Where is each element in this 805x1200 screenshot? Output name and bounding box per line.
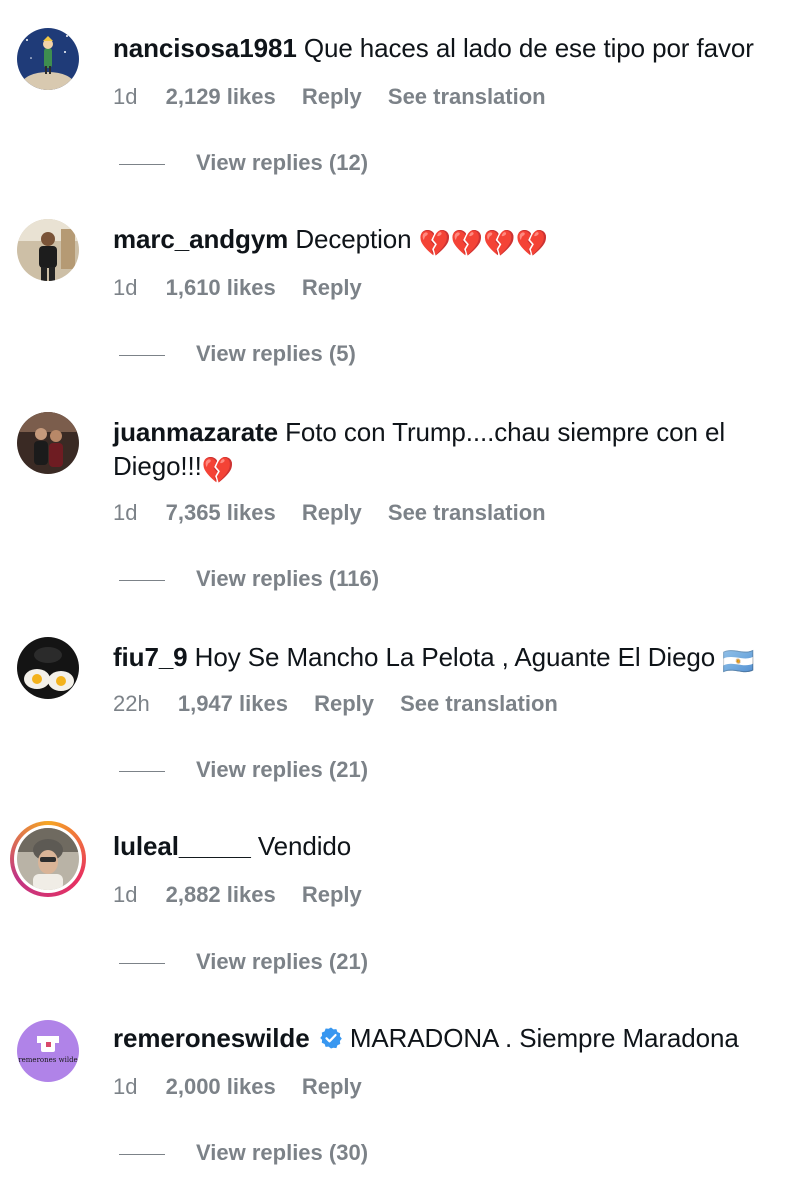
replies-divider-line	[119, 163, 165, 165]
see-translation-button[interactable]: See translation	[388, 82, 546, 112]
view-replies-button[interactable]: View replies (21)	[119, 947, 368, 977]
remerones-wilde-logo-icon: remerones wilde	[17, 1020, 79, 1082]
little-prince-avatar-icon	[17, 28, 79, 90]
broken-heart-emoji-icon: 💔💔💔💔	[418, 228, 548, 258]
replies-divider-line	[119, 770, 165, 772]
comment-time: 1d	[113, 1074, 138, 1099]
reply-button[interactable]: Reply	[302, 498, 362, 528]
avatar-logo-text: remerones wilde	[18, 1056, 77, 1064]
replies-divider-line	[119, 579, 165, 581]
see-translation-button[interactable]: See translation	[400, 689, 558, 719]
gym-photo-avatar-icon	[17, 219, 79, 281]
verified-badge-icon	[319, 1027, 342, 1049]
view-replies-button[interactable]: View replies (30)	[119, 1138, 368, 1168]
avatar-with-story-ring[interactable]	[10, 821, 86, 897]
reply-button[interactable]: Reply	[302, 82, 362, 112]
reply-button[interactable]: Reply	[302, 1072, 362, 1102]
view-replies-button[interactable]: View replies (5)	[119, 339, 356, 369]
comment-username[interactable]: remeroneswilde	[113, 1023, 310, 1053]
comment-text: marc_andgym Deception 💔💔💔💔	[113, 222, 793, 260]
likes-count[interactable]: 2,129 likes	[166, 82, 276, 112]
argentina-flag-emoji-icon: 🇦🇷	[722, 646, 755, 676]
comment-time: 1d	[113, 882, 138, 907]
view-replies-label: View replies (30)	[196, 1140, 369, 1165]
avatar-inner	[14, 825, 82, 893]
comment-text: fiu7_9 Hoy Se Mancho La Pelota , Aguante…	[113, 640, 793, 678]
comment-username[interactable]: luleal_____	[113, 831, 251, 861]
avatar[interactable]	[17, 28, 79, 90]
comment-text: nancisosa1981 Que haces al lado de ese t…	[113, 31, 793, 65]
comment-username[interactable]: nancisosa1981	[113, 33, 297, 63]
likes-count[interactable]: 2,000 likes	[166, 1072, 276, 1102]
view-replies-button[interactable]: View replies (21)	[119, 755, 368, 785]
comment-body: Vendido	[257, 831, 352, 861]
view-replies-label: View replies (5)	[196, 341, 356, 366]
comment-meta: 1d 2,000 likes Reply	[113, 1072, 382, 1102]
comment-meta: 1d 2,129 likes Reply See translation	[113, 82, 566, 112]
replies-divider-line	[119, 962, 165, 964]
comment-username[interactable]: juanmazarate	[113, 417, 278, 447]
woman-helmet-avatar-icon	[17, 828, 79, 890]
comment-time: 1d	[113, 500, 138, 525]
view-replies-label: View replies (21)	[196, 949, 369, 974]
comment-text: remeroneswilde MARADONA . Siempre Marado…	[113, 1021, 793, 1055]
avatar[interactable]: remerones wilde	[17, 1020, 79, 1082]
avatar[interactable]	[17, 412, 79, 474]
comment-body: Que haces al lado de ese tipo por favor	[303, 33, 754, 63]
reply-button[interactable]: Reply	[302, 273, 362, 303]
view-replies-button[interactable]: View replies (12)	[119, 148, 368, 178]
likes-count[interactable]: 7,365 likes	[166, 498, 276, 528]
avatar[interactable]	[17, 219, 79, 281]
comment-time: 1d	[113, 84, 138, 109]
comment-username[interactable]: fiu7_9	[113, 642, 188, 672]
reply-button[interactable]: Reply	[302, 880, 362, 910]
comment-time: 22h	[113, 691, 150, 716]
broken-heart-emoji-icon: 💔	[201, 455, 235, 485]
comment-meta: 1d 2,882 likes Reply	[113, 880, 382, 910]
comment-text: juanmazarate Foto con Trump....chau siem…	[113, 415, 793, 487]
couple-photo-avatar-icon	[17, 412, 79, 474]
see-translation-button[interactable]: See translation	[388, 498, 546, 528]
comment-username[interactable]: marc_andgym	[113, 224, 288, 254]
likes-count[interactable]: 1,610 likes	[166, 273, 276, 303]
reply-button[interactable]: Reply	[314, 689, 374, 719]
replies-divider-line	[119, 354, 165, 356]
comment-body: Deception	[295, 224, 412, 254]
comment-meta: 1d 7,365 likes Reply See translation	[113, 498, 566, 528]
comment-time: 1d	[113, 275, 138, 300]
avatar[interactable]	[17, 637, 79, 699]
comment-body: MARADONA . Siempre Maradona	[349, 1023, 739, 1053]
fried-eggs-avatar-icon	[17, 637, 79, 699]
replies-divider-line	[119, 1153, 165, 1155]
view-replies-label: View replies (21)	[196, 757, 369, 782]
comment-body: Hoy Se Mancho La Pelota , Aguante El Die…	[194, 642, 716, 672]
comment-text: luleal_____ Vendido	[113, 829, 793, 863]
view-replies-label: View replies (116)	[196, 566, 380, 591]
view-replies-button[interactable]: View replies (116)	[119, 564, 379, 594]
comment-meta: 22h 1,947 likes Reply See translation	[113, 689, 578, 719]
likes-count[interactable]: 2,882 likes	[166, 880, 276, 910]
comment-meta: 1d 1,610 likes Reply	[113, 273, 382, 303]
view-replies-label: View replies (12)	[196, 150, 369, 175]
likes-count[interactable]: 1,947 likes	[178, 689, 288, 719]
